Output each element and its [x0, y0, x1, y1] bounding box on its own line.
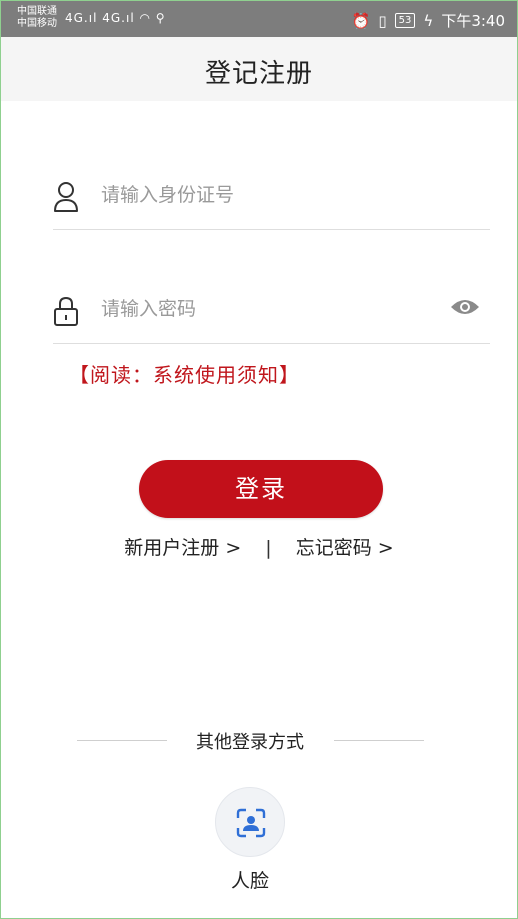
id-number-input[interactable]: [99, 177, 433, 213]
alarm-icon: ⏰: [351, 11, 371, 30]
password-row: [53, 287, 490, 344]
carrier-1: 中国联通: [17, 6, 57, 17]
page-title: 登记注册: [204, 59, 313, 89]
login-button[interactable]: 登录: [139, 460, 383, 518]
face-scan-icon: [236, 808, 266, 838]
page-header: 登记注册: [1, 37, 517, 101]
user-icon: [54, 182, 78, 212]
signal-icons: 4G.ıl 4G.ıl ◠ ⚲: [65, 11, 166, 25]
carrier-names: 中国联通 中国移动: [17, 6, 57, 30]
charging-icon: ϟ: [423, 11, 434, 30]
account-links: 新用户注册 > | 忘记密码 >: [1, 533, 517, 560]
divider-left: [77, 740, 167, 741]
carrier-2: 中国移动: [17, 18, 57, 29]
usage-notice-link[interactable]: 【阅读：系统使用须知】: [69, 359, 300, 388]
register-link[interactable]: 新用户注册 >: [124, 533, 241, 560]
password-input[interactable]: [99, 291, 433, 327]
vibrate-icon: ▯: [378, 11, 387, 30]
lock-icon: [54, 296, 78, 326]
battery-icon: 53: [394, 13, 416, 28]
app-screen: 中国联通 中国移动 4G.ıl 4G.ıl ◠ ⚲ ⏰ ▯ 53 ϟ 下午3:4…: [0, 0, 518, 919]
eye-icon[interactable]: [450, 297, 480, 317]
clock-time: 下午3:40: [441, 12, 505, 30]
signal-icon: 4G.ıl 4G.ıl: [65, 11, 135, 25]
wifi-icon: ◠ ⚲: [139, 11, 166, 25]
face-login-label: 人脸: [230, 870, 269, 892]
status-bar: 中国联通 中国移动 4G.ıl 4G.ıl ◠ ⚲ ⏰ ▯ 53 ϟ 下午3:4…: [1, 1, 517, 37]
other-login-title: 其他登录方式: [196, 732, 304, 753]
forgot-password-link[interactable]: 忘记密码 >: [296, 533, 394, 560]
link-separator: |: [265, 537, 272, 559]
face-login-button[interactable]: [215, 787, 285, 857]
system-icons: ⏰ ▯ 53 ϟ 下午3:40: [352, 10, 505, 31]
divider-right: [334, 740, 424, 741]
id-number-row: [53, 173, 490, 230]
